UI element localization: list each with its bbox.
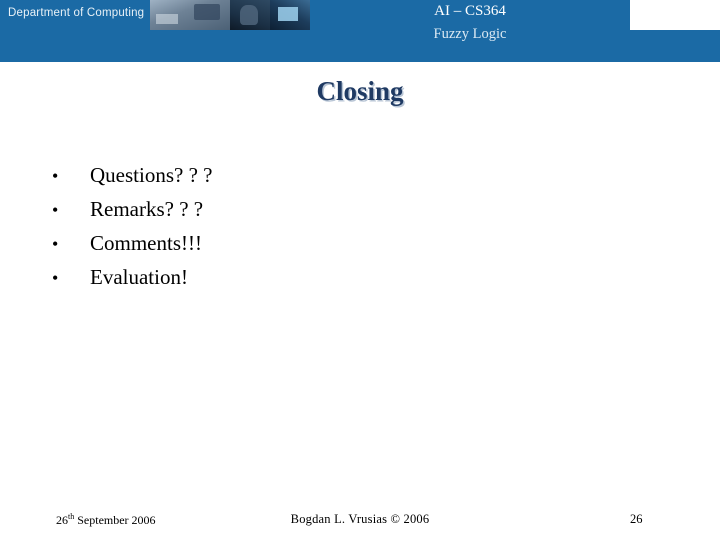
course-code: AI – CS364 [434, 3, 506, 19]
bullet-marker-icon: • [52, 200, 59, 220]
page-title: Closing [316, 76, 404, 106]
slide-header: Department of Computing AI – CS364 Fuzzy… [0, 0, 720, 62]
bullet-marker-icon: • [52, 268, 59, 288]
presentation-photo-icon [270, 0, 310, 30]
list-item: • Questions? ? ? [52, 158, 652, 192]
bullet-text: Questions? ? ? [90, 163, 213, 187]
list-item: • Comments!!! [52, 226, 652, 260]
bullet-marker-icon: • [52, 234, 59, 254]
header-course-box: AI – CS364 Fuzzy Logic [310, 0, 630, 62]
course-topic: Fuzzy Logic [433, 26, 507, 42]
bullet-marker-icon: • [52, 166, 59, 186]
list-item: • Evaluation! [52, 260, 652, 294]
bullet-text: Remarks? ? ? [90, 197, 204, 221]
footer-author: Bogdan L. Vrusias © 2006 [290, 512, 430, 526]
department-label: Department of Computing [8, 7, 145, 19]
header-lower-band-right [630, 30, 720, 62]
header-lower-band-left [0, 30, 310, 62]
department-band: Department of Computing [0, 0, 150, 30]
bullet-text: Comments!!! [90, 231, 202, 255]
bullet-list: • Questions? ? ? • Remarks? ? ? • Commen… [52, 158, 652, 294]
list-item: • Remarks? ? ? [52, 192, 652, 226]
header-photo-strip [150, 0, 310, 30]
footer-page-number: 26 [630, 512, 643, 526]
student-photo-icon [230, 0, 270, 30]
lab-photo-icon [150, 0, 230, 30]
bullet-text: Evaluation! [90, 265, 188, 289]
